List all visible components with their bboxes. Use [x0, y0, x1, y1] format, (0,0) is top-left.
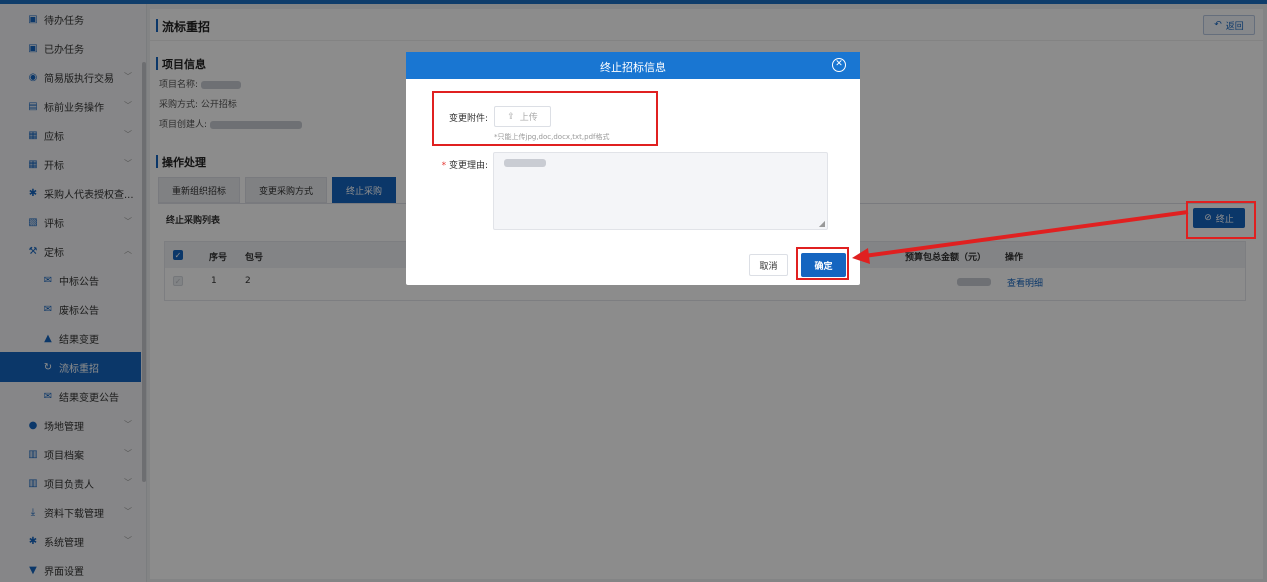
arrow-head — [852, 248, 870, 264]
annotation-arrow — [852, 210, 1189, 264]
arrow-line — [863, 210, 1189, 258]
